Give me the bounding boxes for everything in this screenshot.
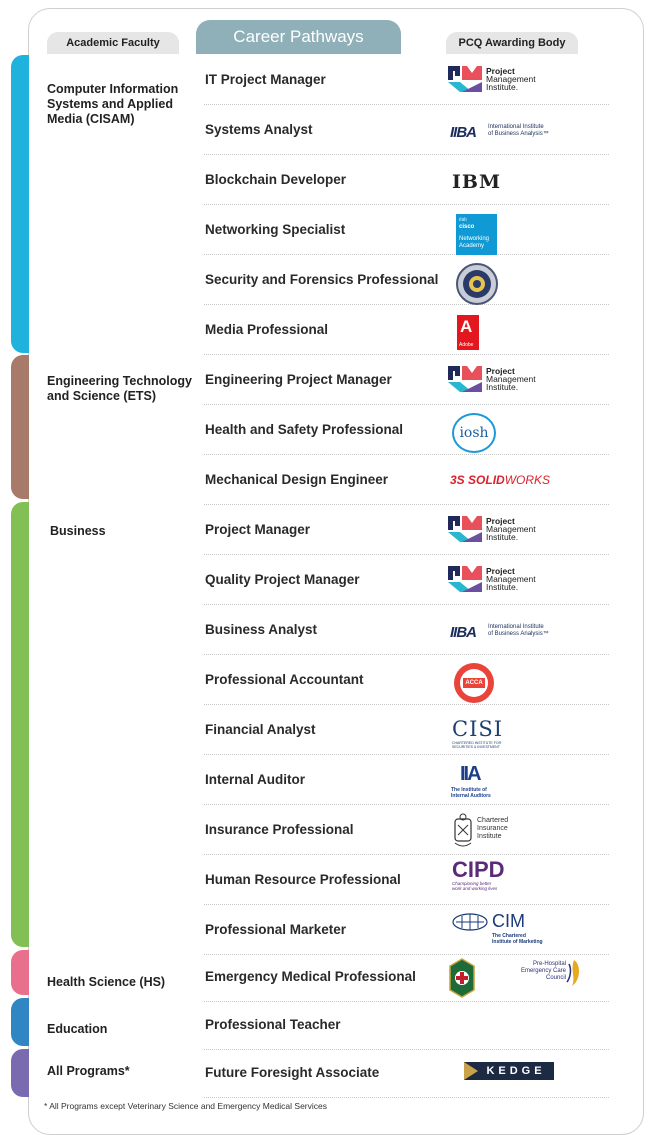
pathway-row: Emergency Medical Professional Pre-Hospi… xyxy=(204,952,609,1002)
pmi-logo: Project Management Institute. xyxy=(448,61,578,99)
faculty-bar-business xyxy=(11,502,29,947)
faculty-label-ets: Engineering Technology and Science (ETS) xyxy=(47,374,192,403)
pathway-name: Professional Marketer xyxy=(205,922,347,937)
pathway-row: Quality Project Manager Project Manageme… xyxy=(204,555,609,605)
pathway-name: Health and Safety Professional xyxy=(205,422,404,437)
pathway-name: Media Professional xyxy=(205,322,329,337)
acca-logo: ACCA ACCREDITED PROGRAMME xyxy=(448,661,578,703)
faculty-label-cisam: Computer Information Systems and Applied… xyxy=(47,82,179,126)
pathway-row: Engineering Project Manager Project Mana… xyxy=(204,355,609,405)
faculty-bar-all xyxy=(11,1049,29,1097)
pathway-row: IT Project Manager Project Management In… xyxy=(204,55,609,105)
pathway-name: Engineering Project Manager xyxy=(205,372,392,387)
faculty-bar-education xyxy=(11,998,29,1046)
header-awarding-body: PCQ Awarding Body xyxy=(446,32,578,54)
pathway-row: Security and Forensics Professional xyxy=(204,255,609,305)
pathway-row: Business Analyst IIBA International Inst… xyxy=(204,605,609,655)
pathway-row: Media Professional A Adobe xyxy=(204,305,609,355)
pathway-name: Security and Forensics Professional xyxy=(205,272,439,287)
footnote: * All Programs except Veterinary Science… xyxy=(44,1101,327,1111)
pathway-row: Human Resource Professional CIPD Champio… xyxy=(204,855,609,905)
kedge-logo: KEDGE xyxy=(448,1054,578,1092)
faculty-label-business: Business xyxy=(50,524,106,538)
pathway-row: Internal Auditor IIA The Institute of Int… xyxy=(204,755,609,805)
seal-logo xyxy=(448,261,578,305)
pmi-logo: Project Management Institute. xyxy=(448,511,578,549)
pathway-name: IT Project Manager xyxy=(205,72,326,87)
cim-logo: CIM The Chartered Institute of Marketing xyxy=(448,911,578,949)
cipd-logo: CIPD Championing better work and working … xyxy=(452,857,505,891)
faculty-label-hs: Health Science (HS) xyxy=(47,975,166,989)
iia-logo: IIA The Institute of Internal Auditors xyxy=(451,763,491,799)
pathway-name: Professional Accountant xyxy=(205,672,364,687)
pathway-name: Systems Analyst xyxy=(205,122,313,137)
iiba-logo: IIBA International Institute of Business … xyxy=(450,624,549,641)
pathway-name: Financial Analyst xyxy=(205,722,316,737)
faculty-label-all: All Programs* xyxy=(47,1064,130,1078)
pathway-row: Insurance Professional Chartered Insuranc… xyxy=(204,805,609,855)
pathway-name: Insurance Professional xyxy=(205,822,354,837)
pathway-row: Health and Safety Professional iosh xyxy=(204,405,609,455)
faculty-label-education: Education xyxy=(47,1022,108,1036)
header-career-pathways: Career Pathways xyxy=(196,20,401,54)
faculty-bar-hs xyxy=(11,950,29,995)
pathway-row: Systems Analyst IIBA International Insti… xyxy=(204,105,609,155)
pathway-name: Emergency Medical Professional xyxy=(205,969,416,984)
pathway-name: Internal Auditor xyxy=(205,772,305,787)
phecc-logo: Pre-Hospital Emergency Care Council xyxy=(448,958,580,998)
header-academic-faculty: Academic Faculty xyxy=(47,32,179,54)
ibm-logo: IBM xyxy=(452,171,501,193)
faculty-bar-ets xyxy=(11,355,29,499)
pathway-name: Business Analyst xyxy=(205,622,318,637)
pmi-logo: Project Management Institute. xyxy=(448,361,578,399)
pathway-row: Networking Specialist ılıılı cisco Netwo… xyxy=(204,205,609,255)
faculty-bar-cisam xyxy=(11,55,29,353)
pathway-name: Networking Specialist xyxy=(205,222,346,237)
pathway-name: Mechanical Design Engineer xyxy=(205,472,389,487)
solidworks-logo: 3S SOLIDWORKS xyxy=(450,473,551,487)
pmi-logo: Project Management Institute. xyxy=(448,561,578,599)
pathway-name: Quality Project Manager xyxy=(205,572,360,587)
pathway-row: Financial Analyst CISI CHARTERED INSTITU… xyxy=(204,705,609,755)
adobe-logo: A Adobe xyxy=(448,311,578,350)
pathway-row: Blockchain Developer IBM xyxy=(204,155,609,205)
pathway-row: Future Foresight Associate KEDGE xyxy=(204,1048,609,1098)
cisi-logo: CISI CHARTERED INSTITUTE FOR SECURITIES … xyxy=(452,717,504,749)
pathway-name: Project Manager xyxy=(205,522,311,537)
pathway-row: Project Manager Project Management Insti… xyxy=(204,505,609,555)
pathway-name: Blockchain Developer xyxy=(205,172,347,187)
pathway-row: Professional Teacher xyxy=(204,1000,609,1050)
pathway-row: Professional Accountant ACCA ACCREDITED … xyxy=(204,655,609,705)
cii-logo: Chartered Insurance Institute xyxy=(448,811,578,849)
cisco-logo: ılıılı cisco Networking Academy xyxy=(448,211,578,255)
pathway-name: Human Resource Professional xyxy=(205,872,401,887)
pathway-name: Future Foresight Associate xyxy=(205,1065,380,1080)
pathway-row: Professional Marketer CIM The Chartered I… xyxy=(204,905,609,955)
pathway-row: Mechanical Design Engineer 3S SOLIDWORKS xyxy=(204,455,609,505)
iiba-logo: IIBA International Institute of Business … xyxy=(450,124,549,141)
pathway-name: Professional Teacher xyxy=(205,1017,341,1032)
iosh-logo: iosh xyxy=(448,411,578,453)
